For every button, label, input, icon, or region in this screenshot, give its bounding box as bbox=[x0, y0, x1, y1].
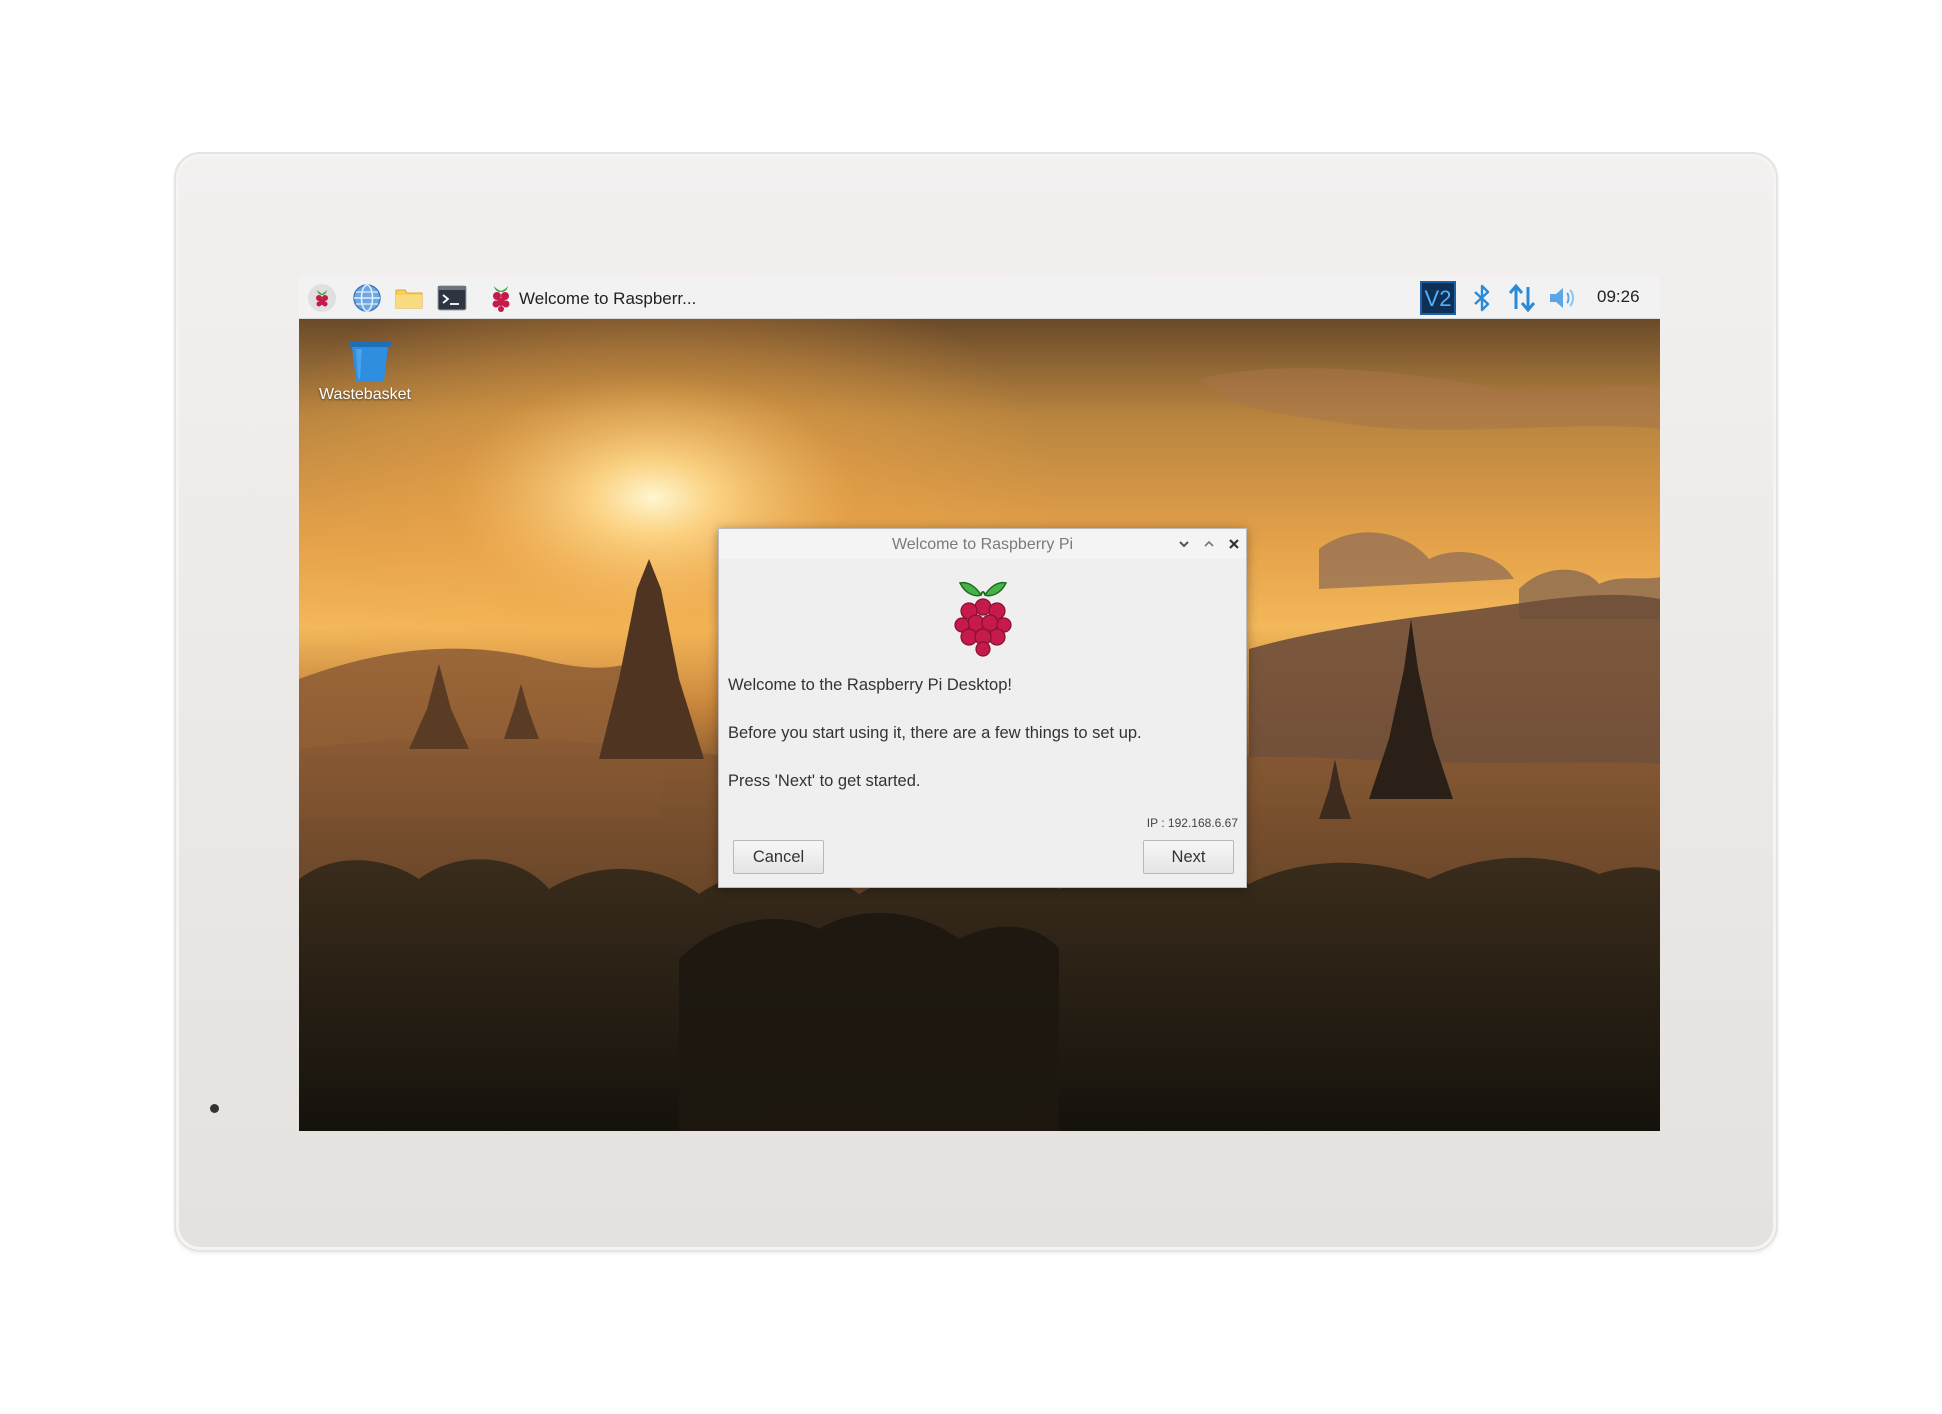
file-manager-icon[interactable] bbox=[394, 283, 424, 313]
clock[interactable]: 09:26 bbox=[1597, 287, 1640, 307]
raspberry-menu-icon[interactable] bbox=[307, 283, 337, 313]
minimize-icon[interactable] bbox=[1175, 535, 1193, 553]
close-icon[interactable] bbox=[1225, 535, 1243, 553]
welcome-dialog: Welcome to Raspberry Pi Welcome to the R… bbox=[718, 528, 1247, 888]
terminal-icon[interactable] bbox=[437, 283, 467, 313]
web-browser-icon[interactable] bbox=[352, 283, 382, 313]
taskbar-window-button[interactable]: Welcome to Raspberr... bbox=[485, 281, 705, 315]
taskbar-window-label: Welcome to Raspberr... bbox=[519, 289, 697, 308]
dialog-title: Welcome to Raspberry Pi bbox=[891, 536, 1074, 553]
network-arrows-icon[interactable] bbox=[1508, 283, 1536, 313]
raspberry-pi-logo-icon bbox=[954, 581, 1012, 657]
cancel-button[interactable]: Cancel bbox=[733, 840, 824, 874]
ip-address: IP : 192.168.6.67 bbox=[1146, 816, 1238, 830]
welcome-message: Welcome to the Raspberry Pi Desktop! bbox=[728, 676, 1012, 694]
instruction-message: Press 'Next' to get started. bbox=[728, 772, 921, 790]
raspberry-icon bbox=[492, 286, 510, 312]
desktop-icon-wastebasket[interactable]: Wastebasket bbox=[309, 333, 421, 413]
volume-icon[interactable] bbox=[1548, 285, 1578, 311]
dialog-titlebar[interactable]: Welcome to Raspberry Pi bbox=[719, 529, 1246, 559]
vnc-icon[interactable]: V2 bbox=[1420, 281, 1456, 315]
svg-text:V2: V2 bbox=[1425, 286, 1452, 311]
setup-message: Before you start using it, there are a f… bbox=[728, 724, 1142, 742]
screen: Welcome to Raspberr... V2 09:26 Wastebas… bbox=[299, 277, 1660, 1131]
camera-dot bbox=[210, 1104, 219, 1113]
wastebasket-label: Wastebasket bbox=[319, 386, 411, 403]
bluetooth-icon[interactable] bbox=[1471, 284, 1493, 312]
maximize-icon[interactable] bbox=[1200, 535, 1218, 553]
next-button[interactable]: Next bbox=[1143, 840, 1234, 874]
taskbar: Welcome to Raspberr... V2 09:26 bbox=[299, 277, 1660, 319]
wastebasket-icon bbox=[349, 341, 391, 381]
